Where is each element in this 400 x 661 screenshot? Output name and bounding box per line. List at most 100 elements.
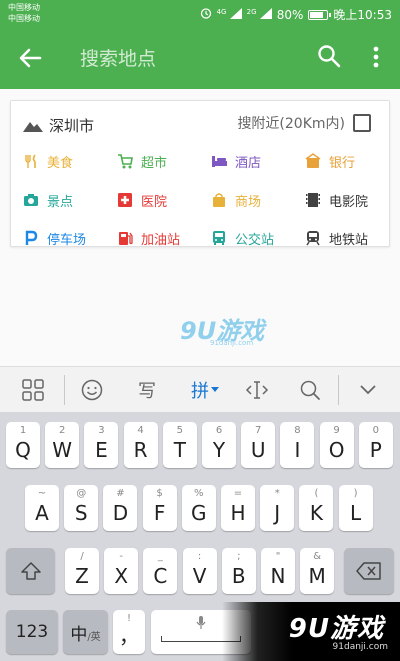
key-label: E <box>95 438 108 462</box>
key-d[interactable]: # D <box>103 485 138 531</box>
bus-icon <box>211 230 227 246</box>
key-m[interactable]: & M <box>300 548 335 594</box>
category-bank[interactable]: 银行 <box>305 151 355 171</box>
handwrite-label: 写 <box>138 381 156 402</box>
key-alt-label: @ <box>76 488 87 499</box>
nearby-checkbox[interactable] <box>353 114 371 132</box>
key-w[interactable]: 2W <box>45 422 80 468</box>
key-g[interactable]: % G <box>181 485 216 531</box>
city-selector[interactable]: 深圳市 <box>23 115 94 136</box>
hide-keyboard-button[interactable] <box>356 377 380 403</box>
key-label: Q <box>15 438 31 462</box>
key-l[interactable]: ) L <box>338 485 373 531</box>
emoji-button[interactable] <box>79 377 105 403</box>
category-label: 电影院 <box>329 194 369 210</box>
key-y[interactable]: 6Y <box>202 422 236 468</box>
toolbar-divider <box>338 375 339 405</box>
key-q[interactable]: 1Q <box>6 422 40 468</box>
key-alt-label: 1 <box>19 425 27 436</box>
key-v[interactable]: :V <box>182 548 217 594</box>
category-parking[interactable]: 停车场 <box>23 228 86 248</box>
key-p[interactable]: 0P <box>358 422 393 468</box>
more-vert-icon <box>373 46 379 68</box>
bank-icon <box>305 153 321 169</box>
key-label: Y <box>212 438 226 462</box>
key-alt-label: / <box>80 551 84 562</box>
key-z[interactable]: / Z <box>65 548 99 594</box>
key-s[interactable]: @ S <box>64 485 99 531</box>
category-food[interactable]: 美食 <box>23 151 73 171</box>
status-right: 4G 2G 80% 晚上10:53 <box>200 6 392 23</box>
handwrite-button[interactable]: 写 <box>134 377 160 403</box>
key-x[interactable]: -X <box>104 548 139 594</box>
key-alt-label: " <box>275 551 281 562</box>
key-label: I <box>294 438 301 462</box>
cursor-move-button[interactable] <box>244 377 270 403</box>
key-h[interactable]: = H <box>221 485 255 531</box>
key-r[interactable]: 4R <box>123 422 158 468</box>
category-gas-station[interactable]: 加油站 <box>117 228 180 248</box>
search-button[interactable] <box>316 43 342 69</box>
mountain-icon <box>23 121 43 132</box>
category-label: 公交站 <box>235 232 275 248</box>
pinyin-mode-button[interactable]: 拼 <box>188 377 222 403</box>
category-cart[interactable]: 超市 <box>117 151 167 171</box>
key-e[interactable]: 3E <box>84 422 119 468</box>
key-a[interactable]: ~ A <box>25 485 59 531</box>
signal-2g: 2G <box>246 7 272 22</box>
key-o[interactable]: 9O <box>319 422 354 468</box>
signal-4g: 4G <box>217 7 242 22</box>
backspace-key[interactable] <box>344 548 394 594</box>
nearby-search-toggle[interactable]: 搜附近(20Km内) <box>237 113 371 133</box>
camera-icon <box>23 192 39 208</box>
key-k[interactable]: (K <box>299 485 334 531</box>
category-label: 医院 <box>141 194 168 210</box>
category-film[interactable]: 电影院 <box>305 190 368 210</box>
key-alt-label: % <box>194 488 204 499</box>
search-input[interactable] <box>80 45 300 73</box>
category-camera[interactable]: 景点 <box>23 190 73 210</box>
category-hospital[interactable]: 医院 <box>117 190 167 210</box>
location-card: 深圳市 搜附近(20Km内) 美食 超市 酒店 银行景点 医院 商场 电影院停车场 加油站 公交… <box>10 100 390 248</box>
key-label: D <box>112 501 129 525</box>
number-mode-key[interactable]: 123 <box>6 610 58 654</box>
grid-button[interactable] <box>20 377 46 403</box>
key-label: S <box>74 501 88 525</box>
key-u[interactable]: 7U <box>241 422 276 468</box>
text-cursor-icon <box>245 381 269 399</box>
key-n[interactable]: " N <box>261 548 295 594</box>
key-f[interactable]: $ F <box>142 485 177 531</box>
more-options-button[interactable] <box>366 43 386 71</box>
app-bar <box>0 27 400 89</box>
key-c[interactable]: _ C <box>143 548 178 594</box>
shift-key[interactable] <box>6 548 55 594</box>
back-button[interactable] <box>14 43 46 73</box>
keyboard-search-button[interactable] <box>298 377 322 403</box>
category-shopping-bag[interactable]: 商场 <box>211 190 261 210</box>
parking-icon <box>23 230 39 246</box>
key-alt-label: 8 <box>294 425 301 436</box>
subway-icon <box>305 230 321 246</box>
language-switch-key[interactable]: 中/英 <box>63 610 108 654</box>
nearby-label: 搜附近(20Km内) <box>237 116 345 132</box>
comma-key[interactable]: ! ， <box>113 610 145 654</box>
chevron-down-icon <box>360 385 376 395</box>
category-bed[interactable]: 酒店 <box>211 151 261 171</box>
film-icon <box>305 192 321 208</box>
key-b[interactable]: ; B <box>221 548 256 594</box>
content-area: 深圳市 搜附近(20Km内) 美食 超市 酒店 银行景点 医院 商场 电影院停车场 加油站 公交… <box>0 89 400 366</box>
key-alt-label: = <box>233 488 243 499</box>
toolbar-divider <box>64 375 65 405</box>
category-bus[interactable]: 公交站 <box>211 228 274 248</box>
shopping-bag-icon <box>211 192 227 208</box>
key-label: W <box>52 438 73 462</box>
key-alt-label: 7 <box>255 425 262 436</box>
category-label: 酒店 <box>235 155 262 171</box>
category-subway[interactable]: 地铁站 <box>305 228 368 248</box>
key-t[interactable]: 5T <box>162 422 197 468</box>
signal-2g-label: 2G <box>246 7 257 16</box>
key-j[interactable]: * J <box>260 485 295 531</box>
key-i[interactable]: 8I <box>280 422 315 468</box>
carrier-1: 中国移动 <box>8 3 40 12</box>
key-alt-label: ) <box>353 488 358 499</box>
